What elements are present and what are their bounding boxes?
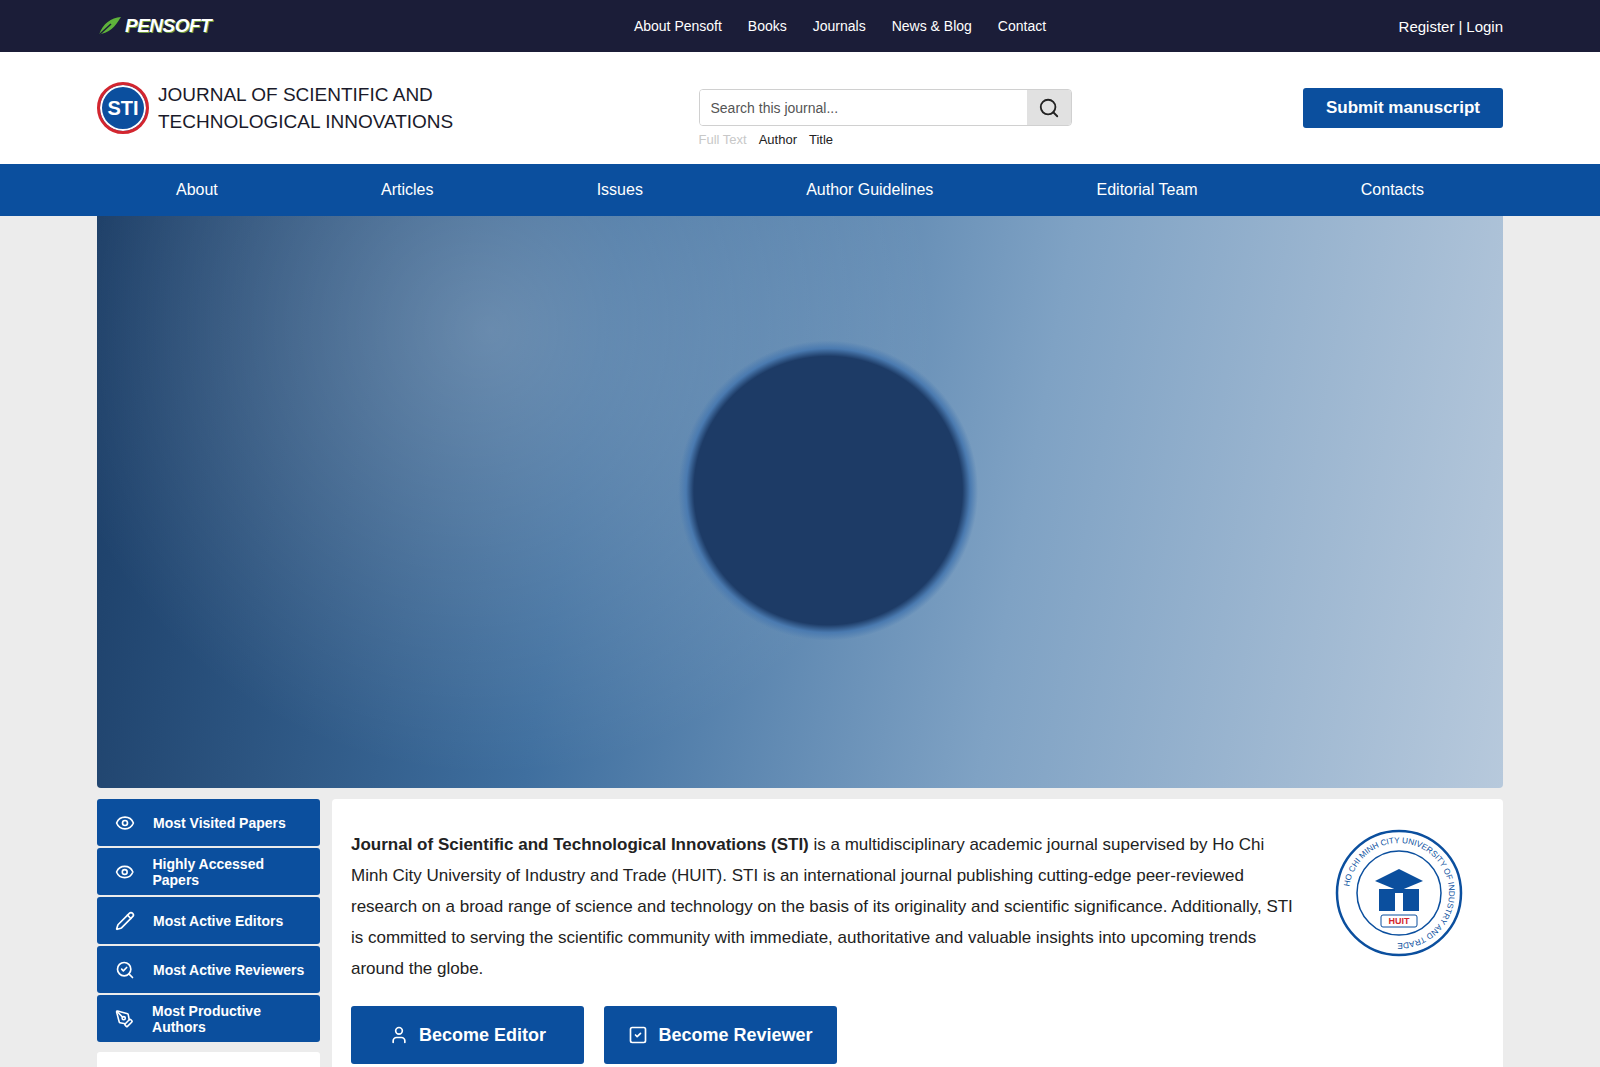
sidebar-item[interactable]: Most Active Reviewers [97, 946, 320, 993]
sidebar-panel [97, 1052, 320, 1067]
search-mode[interactable]: Full Text [699, 132, 747, 147]
huit-logo-icon: HO CHI MINH CITY UNIVERSITY OF INDUSTRY … [1335, 829, 1463, 957]
auth-links: Register|Login [1046, 18, 1503, 35]
top-nav-link[interactable]: Books [748, 18, 787, 34]
sidebar-item[interactable]: Most Visited Papers [97, 799, 320, 846]
top-nav-link[interactable]: Contact [998, 18, 1046, 34]
intro-card: Journal of Scientific and Technological … [332, 799, 1503, 1067]
top-nav-link[interactable]: News & Blog [892, 18, 972, 34]
journal-brand[interactable]: STIJOURNAL OF SCIENTIFIC ANDTECHNOLOGICA… [97, 81, 467, 135]
sidebar-item[interactable]: Most Productive Authors [97, 995, 320, 1042]
sti-logo: STI [97, 82, 149, 134]
hero-image [97, 216, 1503, 788]
sidebar-item[interactable]: Highly Accessed Papers [97, 848, 320, 895]
sidebar-item-icon [115, 862, 134, 882]
sidebar-item-icon [115, 1009, 134, 1029]
top-nav: About Pensoft Books Journals News & Blog Con… [554, 18, 1046, 34]
intro-text: Journal of Scientific and Technological … [351, 829, 1295, 984]
main-nav-link[interactable]: Editorial Team [1097, 181, 1198, 199]
pensoft-logo[interactable]: PENSOFT [97, 15, 554, 37]
search-icon [1038, 97, 1060, 119]
leaf-icon [97, 15, 123, 37]
search-button[interactable] [1027, 90, 1071, 125]
svg-text:HUIT: HUIT [1389, 916, 1410, 926]
top-nav-link[interactable]: About Pensoft [634, 18, 722, 34]
main-nav-link[interactable]: Author Guidelines [806, 181, 933, 199]
search-box [699, 89, 1072, 126]
main-nav-link[interactable]: Issues [597, 181, 643, 199]
separator: | [1458, 18, 1462, 35]
main-nav-link[interactable]: About [176, 181, 218, 199]
login-link[interactable]: Login [1466, 18, 1503, 35]
search: Full Text Author Title [699, 89, 1072, 147]
main-nav-link[interactable]: Contacts [1361, 181, 1424, 199]
svg-text:HO CHI MINH CITY UNIVERSITY OF: HO CHI MINH CITY UNIVERSITY OF INDUSTRY … [1342, 836, 1456, 950]
sidebar: Most Visited PapersHighly Accessed Paper… [97, 799, 320, 1067]
sidebar-item-icon [115, 911, 135, 931]
register-link[interactable]: Register [1399, 18, 1455, 35]
submit-manuscript-button[interactable]: Submit manuscript [1303, 88, 1503, 128]
journal-header: STIJOURNAL OF SCIENTIFIC ANDTECHNOLOGICA… [0, 52, 1600, 164]
check-square-icon [628, 1025, 648, 1045]
sidebar-item-icon [115, 813, 135, 833]
become-button[interactable]: Become Reviewer [604, 1006, 837, 1064]
become-button[interactable]: Become Editor [351, 1006, 584, 1064]
search-mode[interactable]: Title [809, 132, 833, 147]
sidebar-item-icon [115, 960, 135, 980]
search-modes: Full Text Author Title [699, 132, 1072, 147]
logo-text: PENSOFT [125, 15, 211, 37]
main-nav: About Articles Issues Author Guidelines Edit… [0, 164, 1600, 216]
user-icon [389, 1025, 409, 1045]
search-mode[interactable]: Author [759, 132, 797, 147]
top-nav-link[interactable]: Journals [813, 18, 866, 34]
main-nav-link[interactable]: Articles [381, 181, 433, 199]
sidebar-item[interactable]: Most Active Editors [97, 897, 320, 944]
search-input[interactable] [700, 90, 1027, 125]
top-bar: PENSOFT About Pensoft Books Journals News & … [0, 0, 1600, 52]
journal-title: JOURNAL OF SCIENTIFIC ANDTECHNOLOGICAL I… [158, 81, 453, 135]
